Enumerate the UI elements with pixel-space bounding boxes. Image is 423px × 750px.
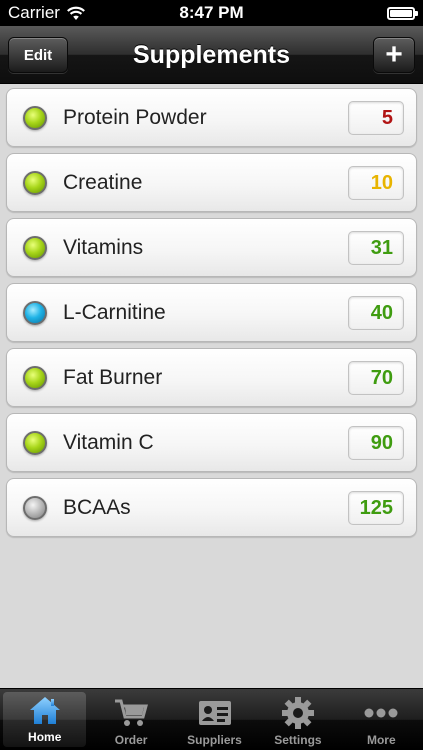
list-item[interactable]: L-Carnitine 40 <box>6 283 417 342</box>
status-dot-icon <box>23 495 47 520</box>
gear-icon <box>280 696 316 730</box>
status-dot-icon <box>23 300 47 325</box>
tab-label: Suppliers <box>187 733 242 747</box>
status-bar: Carrier 8:47 PM <box>0 0 423 26</box>
tab-bar: Home Order Suppliers Settings More <box>0 688 423 750</box>
item-count: 125 <box>348 491 404 525</box>
item-count: 10 <box>348 166 404 200</box>
tab-label: Settings <box>274 733 322 747</box>
tab-settings[interactable]: Settings <box>256 689 339 750</box>
status-left: Carrier <box>8 3 86 23</box>
tab-home[interactable]: Home <box>3 692 87 747</box>
list-item[interactable]: Protein Powder 5 <box>6 88 417 147</box>
item-count: 70 <box>348 361 404 395</box>
tab-suppliers[interactable]: Suppliers <box>173 689 256 750</box>
tab-label: Home <box>28 730 62 744</box>
contact-card-icon <box>197 696 233 730</box>
more-dots-icon <box>363 696 399 730</box>
cart-icon <box>113 696 149 730</box>
edit-button[interactable]: Edit <box>8 37 68 73</box>
tab-more[interactable]: More <box>340 689 423 750</box>
list-item[interactable]: BCAAs 125 <box>6 478 417 537</box>
item-count: 31 <box>348 231 404 265</box>
tab-label: Order <box>114 733 148 747</box>
item-count: 5 <box>348 101 404 135</box>
item-count: 90 <box>348 426 404 460</box>
wifi-icon <box>67 6 85 20</box>
status-dot-icon <box>23 430 47 455</box>
battery-icon <box>387 6 418 20</box>
supplement-list: Protein Powder 5 Creatine 10 Vitamins 31 L-Car… <box>6 88 417 543</box>
list-item[interactable]: Creatine 10 <box>6 153 417 212</box>
status-dot-icon <box>23 235 47 260</box>
tab-order[interactable]: Order <box>89 689 172 750</box>
add-button[interactable]: + <box>373 37 415 73</box>
tab-label: More <box>366 733 396 747</box>
status-dot-icon <box>23 365 47 390</box>
list-item[interactable]: Vitamin C 90 <box>6 413 417 472</box>
list-item[interactable]: Vitamins 31 <box>6 218 417 277</box>
navigation-bar: Supplements Edit + <box>0 26 423 84</box>
home-icon <box>27 693 63 727</box>
status-dot-icon <box>23 105 47 130</box>
item-count: 40 <box>348 296 404 330</box>
carrier-label: Carrier <box>8 3 60 22</box>
list-item[interactable]: Fat Burner 70 <box>6 348 417 407</box>
status-dot-icon <box>23 170 47 195</box>
